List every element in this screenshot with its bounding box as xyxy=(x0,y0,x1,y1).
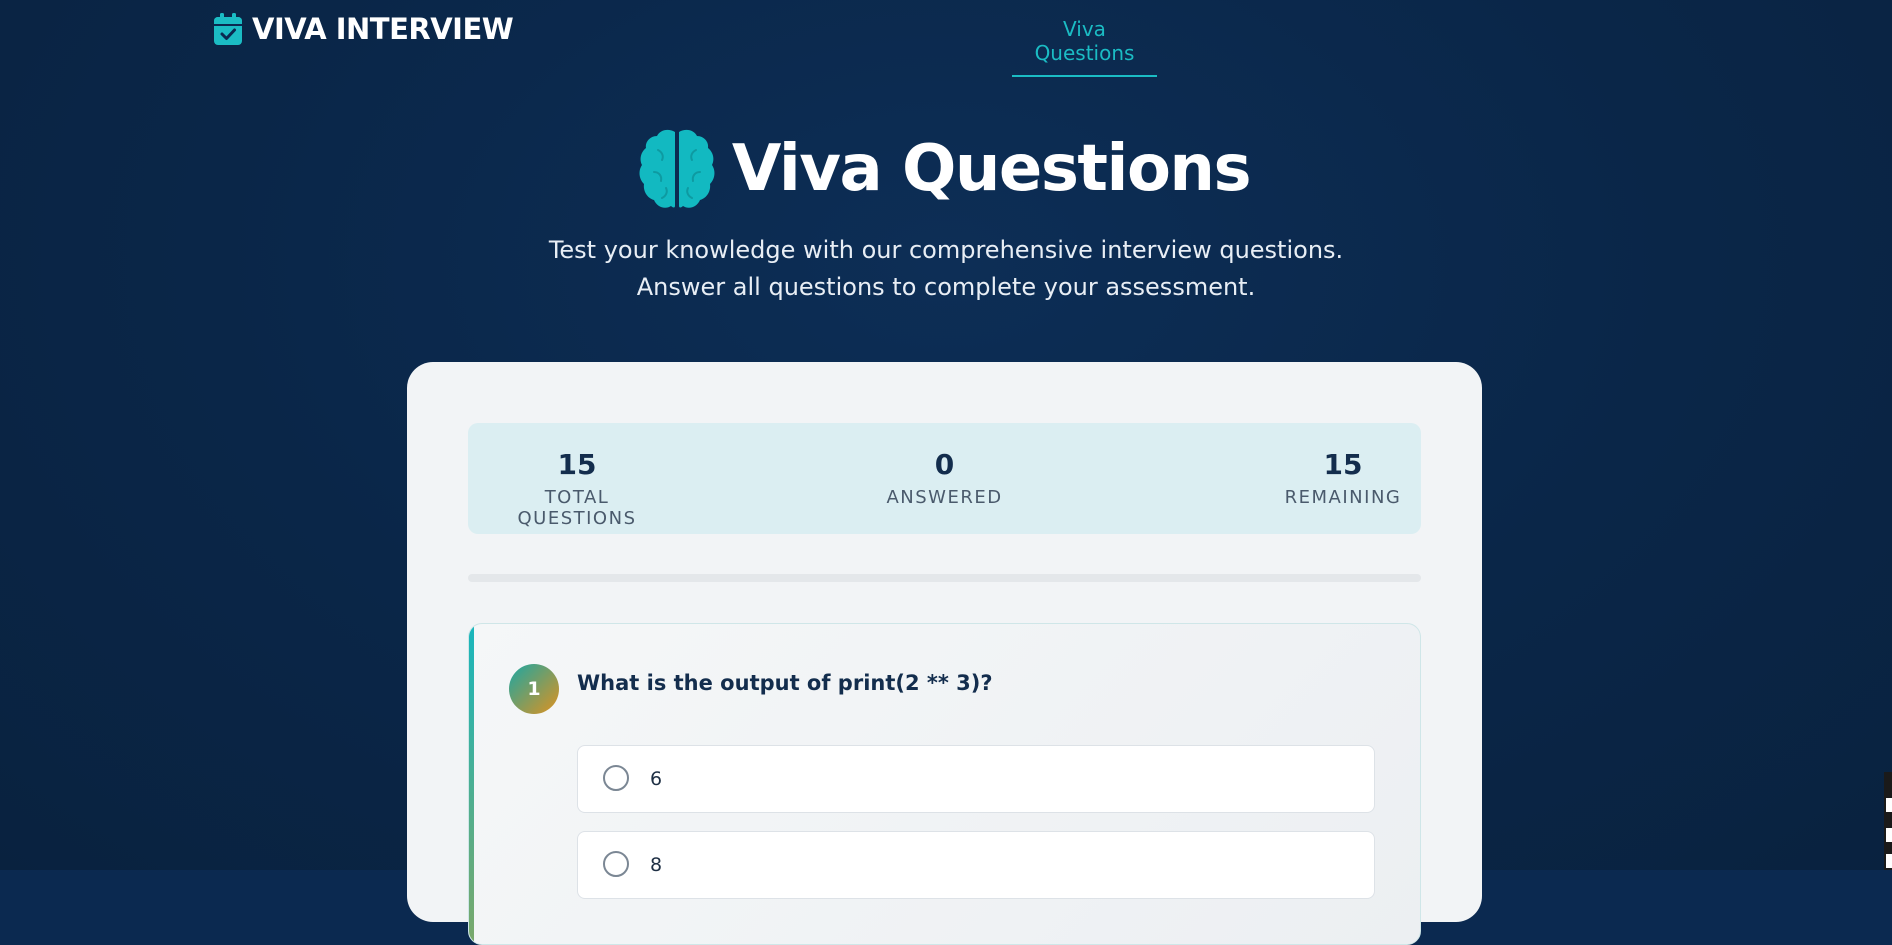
radio-button[interactable] xyxy=(603,851,629,877)
calendar-check-icon xyxy=(214,13,242,45)
edge-widget-fragment[interactable] xyxy=(1884,772,1892,870)
hero-subtitle-line-2: Answer all questions to complete your as… xyxy=(636,273,1256,301)
answer-option[interactable]: 6 xyxy=(577,745,1375,813)
stat-total-label: TOTAL QUESTIONS xyxy=(517,487,637,529)
stats-panel: 15 TOTAL QUESTIONS 0 ANSWERED 15 REMAINI… xyxy=(468,423,1421,534)
hero-subtitle: Test your knowledge with our comprehensi… xyxy=(0,232,1892,306)
brand[interactable]: VIVA INTERVIEW xyxy=(214,12,514,46)
stat-remaining: 15 REMAINING xyxy=(1283,448,1403,509)
question-accent-bar xyxy=(469,624,474,944)
stat-answered: 0 ANSWERED xyxy=(872,448,1017,509)
question-number-badge: 1 xyxy=(509,664,559,714)
stat-answered-value: 0 xyxy=(934,448,955,481)
answer-option[interactable]: 8 xyxy=(577,831,1375,899)
radio-button[interactable] xyxy=(603,765,629,791)
edge-widget-notch xyxy=(1886,854,1892,868)
hero-subtitle-line-1: Test your knowledge with our comprehensi… xyxy=(548,236,1344,264)
answer-option-label: 6 xyxy=(650,768,663,790)
edge-widget-notch xyxy=(1886,798,1892,812)
stat-total-questions: 15 TOTAL QUESTIONS xyxy=(487,448,667,530)
page-title: Viva Questions xyxy=(731,132,1252,206)
hero-title: Viva Questions xyxy=(0,128,1892,210)
stat-remaining-label: REMAINING xyxy=(1284,487,1402,508)
stat-answered-label: ANSWERED xyxy=(886,487,1003,508)
navbar: VIVA INTERVIEW Viva Questions xyxy=(0,0,1892,77)
progress-bar xyxy=(468,574,1421,582)
stat-remaining-value: 15 xyxy=(1323,448,1363,481)
brand-name: VIVA INTERVIEW xyxy=(252,12,514,46)
stat-total-value: 15 xyxy=(557,448,597,481)
brain-icon xyxy=(639,129,715,208)
edge-widget-notch xyxy=(1886,828,1892,842)
nav-link-viva-questions[interactable]: Viva Questions xyxy=(1012,17,1157,77)
question-text: What is the output of print(2 ** 3)? xyxy=(577,671,993,695)
question-card: 1 What is the output of print(2 ** 3)? 6… xyxy=(468,623,1421,945)
answer-option-label: 8 xyxy=(650,854,663,876)
quiz-card: 15 TOTAL QUESTIONS 0 ANSWERED 15 REMAINI… xyxy=(407,362,1482,945)
